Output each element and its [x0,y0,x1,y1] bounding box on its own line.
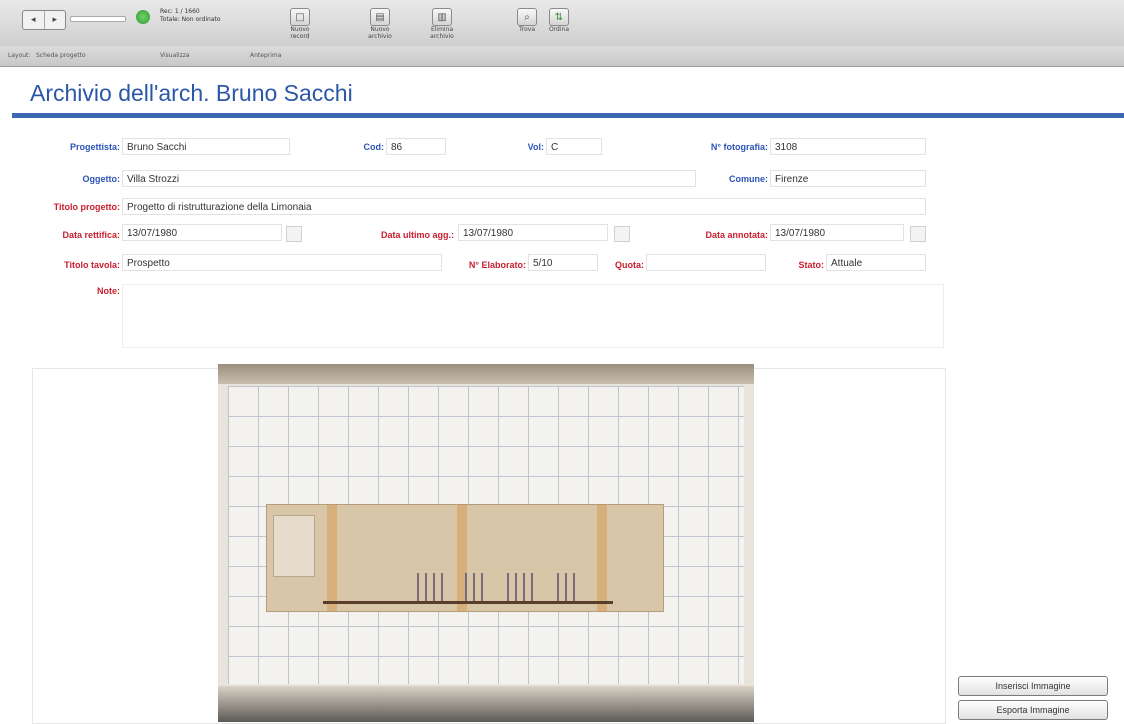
data-annotata-field[interactable]: 13/07/1980 [770,224,904,241]
search-icon: ⌕ [517,8,537,26]
sort-icon: ⇅ [549,8,569,26]
view-label: Visualizza [160,52,190,59]
drawing-column [573,573,575,601]
titolo-tavola-label: Titolo tavola: [64,260,120,270]
record-slider[interactable] [70,16,126,22]
new-record-label: Nuovo record [290,26,310,40]
drawing-column [433,573,435,601]
photo-frame [218,364,754,384]
architectural-drawing [266,504,664,612]
vol-label: Vol: [527,142,544,152]
note-label: Note: [97,286,120,296]
oggetto-field[interactable]: Villa Strozzi [122,170,696,187]
drawing-ground-line [323,601,613,604]
delete-archive-button[interactable]: ▥ Elimina archivio [422,8,462,40]
stato-field[interactable]: Attuale [826,254,926,271]
previous-record-icon[interactable]: ◂ [23,11,45,29]
record-count: Rec: 1 / 1660 [160,8,200,15]
record-info: Rec: 1 / 1660 Totale: Non ordinato [160,8,221,24]
page-title: Archivio dell'arch. Bruno Sacchi [30,80,353,106]
find-label: Trova [518,26,536,33]
drawing-column [481,573,483,601]
drawing-column [465,573,467,601]
photo-frame-bottom [218,686,754,722]
calendar-icon[interactable] [286,226,302,242]
find-button[interactable]: ⌕ Trova [514,8,540,33]
layout-bar: Layout: Scheda progetto Visualizza Antep… [0,46,1124,67]
data-annotata-label: Data annotata: [705,230,768,240]
insert-image-button[interactable]: Inserisci Immagine [958,676,1108,696]
drawing-column [417,573,419,601]
sort-label: Ordina [548,26,570,33]
sort-button[interactable]: ⇅ Ordina [546,8,572,33]
drawing-column [507,573,509,601]
new-archive-icon: ▤ [370,8,390,26]
drawing-band [597,505,607,611]
record-navigation[interactable]: ◂ ▸ [22,10,66,30]
preview-button[interactable]: Anteprima [250,52,281,59]
stato-label: Stato: [798,260,825,270]
new-archive-button[interactable]: ▤ Nuovo archivio [360,8,400,40]
drawing-column [473,573,475,601]
layout-select[interactable]: Scheda progetto [36,52,86,59]
titolo-progetto-field[interactable]: Progetto di ristrutturazione della Limon… [122,198,926,215]
sort-status: Totale: Non ordinato [160,16,221,23]
comune-label: Comune: [729,174,768,184]
data-ultimo-agg-label: Data ultimo agg.: [380,230,454,240]
data-ultimo-agg-field[interactable]: 13/07/1980 [458,224,608,241]
quota-field[interactable] [646,254,766,271]
n-elaborato-field[interactable]: 5/10 [528,254,598,271]
progettista-label: Progettista: [69,142,120,152]
toolbar: ◂ ▸ Rec: 1 / 1660 Totale: Non ordinato □… [0,0,1124,47]
next-record-icon[interactable]: ▸ [45,11,66,29]
drawing-column [531,573,533,601]
progettista-field[interactable]: Bruno Sacchi [122,138,290,155]
export-image-button[interactable]: Esporta Immagine [958,700,1108,720]
layout-label: Layout: [8,52,31,59]
new-record-icon: □ [290,8,310,26]
titolo-progetto-label: Titolo progetto: [53,202,120,212]
vol-field[interactable]: C [546,138,602,155]
cod-field[interactable]: 86 [386,138,446,155]
n-fotografia-label: N° fotografia: [710,142,768,152]
data-rettifica-field[interactable]: 13/07/1980 [122,224,282,241]
drawing-column [557,573,559,601]
new-archive-label: Nuovo archivio [368,26,392,40]
quota-label: Quota: [615,260,644,270]
project-photo [218,364,754,722]
status-icon [136,10,150,24]
drawing-column [523,573,525,601]
data-rettifica-label: Data rettifica: [62,230,120,240]
titolo-tavola-field[interactable]: Prospetto [122,254,442,271]
n-fotografia-field[interactable]: 3108 [770,138,926,155]
drawing-column [515,573,517,601]
new-record-button[interactable]: □ Nuovo record [280,8,320,40]
drawing-column [565,573,567,601]
drawing-legend [273,515,315,577]
photo-grid-background [228,386,744,684]
note-field[interactable] [122,284,944,348]
n-elaborato-label: N° Elaborato: [468,260,526,270]
comune-field[interactable]: Firenze [770,170,926,187]
cod-label: Cod: [363,142,385,152]
calendar-icon[interactable] [614,226,630,242]
drawing-column [441,573,443,601]
delete-archive-icon: ▥ [432,8,452,26]
delete-archive-label: Elimina archivio [430,26,454,40]
oggetto-label: Oggetto: [82,174,121,184]
drawing-column [425,573,427,601]
title-divider [12,113,1124,118]
drawing-band [327,505,337,611]
calendar-icon[interactable] [910,226,926,242]
